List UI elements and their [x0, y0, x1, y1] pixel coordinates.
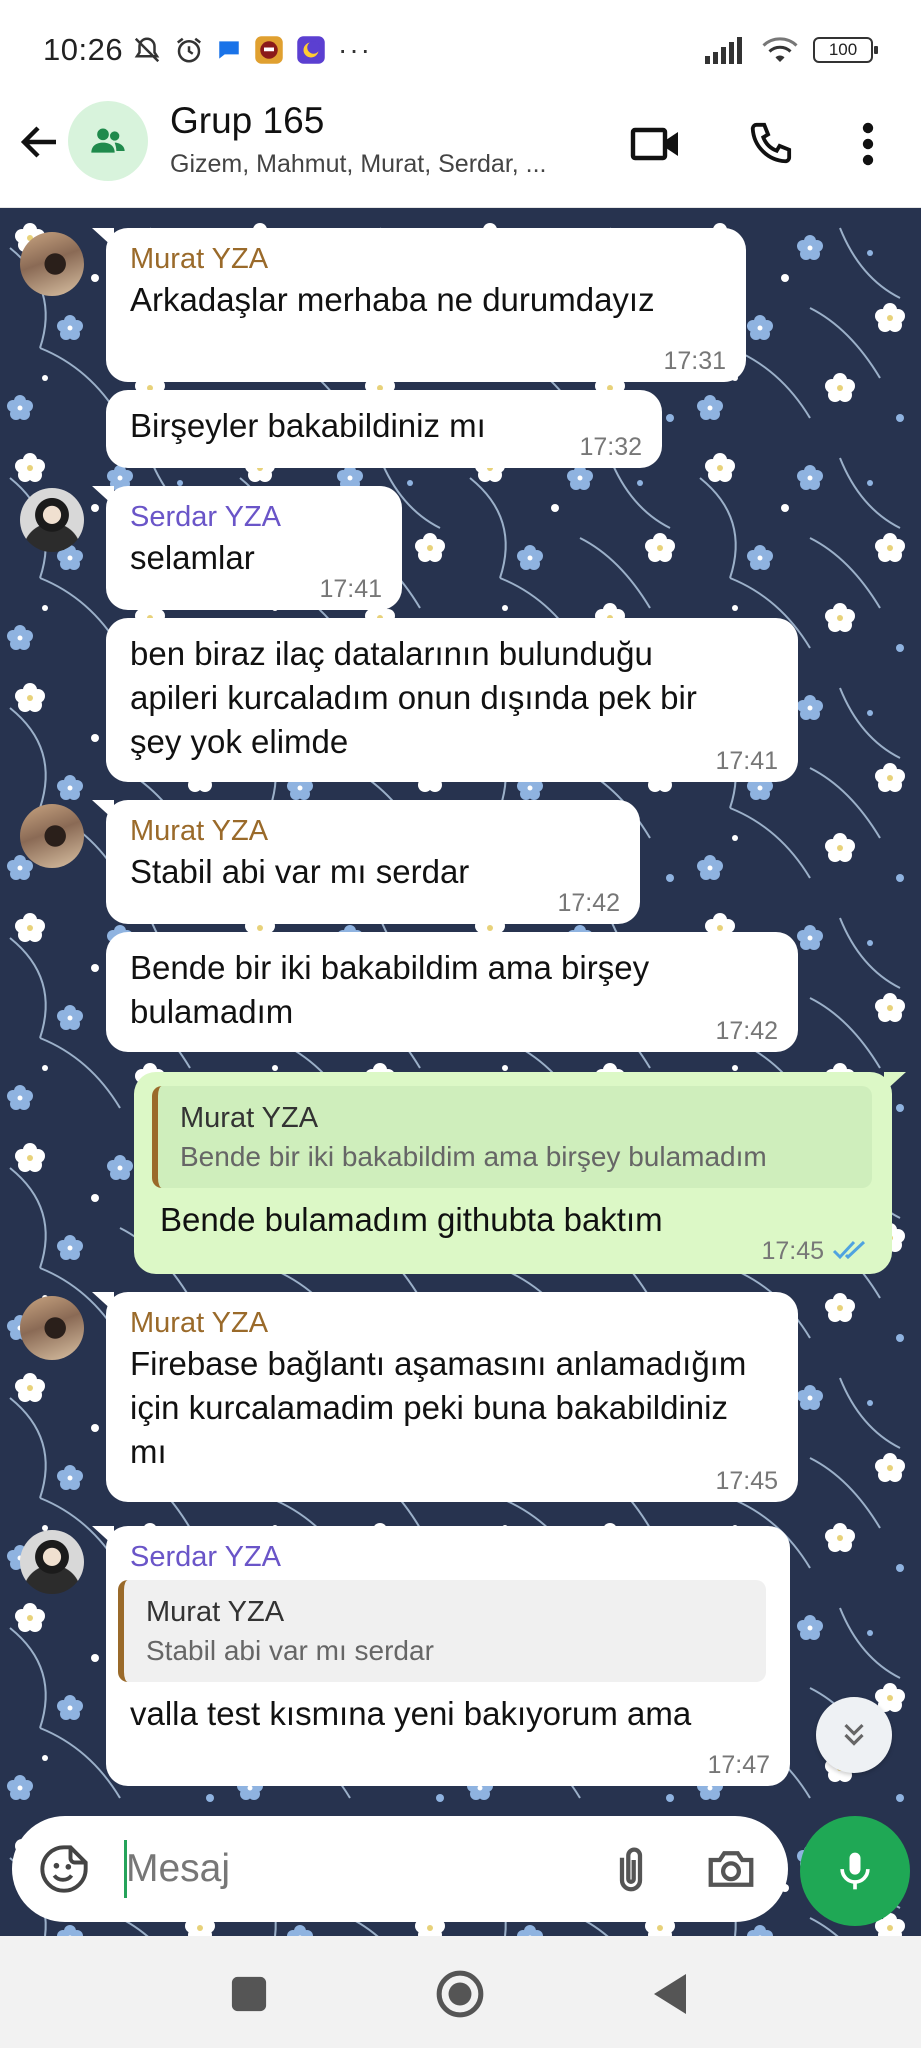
nav-square-icon: [231, 1976, 267, 2012]
chat-area[interactable]: Murat YZA Arkadaşlar merhaba ne durumday…: [0, 208, 921, 1936]
message-text: Firebase bağlantı aşamasını anlamadığım …: [130, 1345, 747, 1470]
chat-notif-icon: [219, 41, 239, 59]
sender-avatar-serdar[interactable]: [20, 1530, 84, 1594]
sender-avatar-murat[interactable]: [20, 1296, 84, 1360]
more-options-button[interactable]: [838, 114, 898, 174]
message-time: 17:45: [715, 1467, 778, 1495]
sender-name[interactable]: Murat YZA: [130, 1304, 774, 1342]
signal-icon: [705, 37, 742, 64]
bubble-tail: [92, 228, 114, 248]
system-navigation-bar: [0, 1936, 921, 2048]
outgoing-message-bubble[interactable]: Murat YZA Bende bir iki bakabildim ama b…: [134, 1072, 906, 1274]
voice-record-button[interactable]: [800, 1816, 910, 1926]
mic-icon: [840, 1852, 870, 1890]
bubble-tail: [92, 800, 114, 820]
chat-members[interactable]: Gizem, Mahmut, Murat, Serdar, ...: [170, 150, 600, 179]
back-nav-button[interactable]: [644, 1968, 696, 2020]
alarm-icon: [177, 37, 201, 63]
quoted-message[interactable]: Murat YZA Bende bir iki bakabildim ama b…: [152, 1086, 872, 1188]
more-vert-icon: [862, 122, 874, 166]
camera-button[interactable]: [704, 1842, 758, 1896]
sender-avatar-serdar[interactable]: [20, 488, 84, 552]
game-app-icon: [255, 36, 283, 64]
message-bubble[interactable]: Murat YZA Stabil abi var mı serdar 17:42: [92, 800, 640, 924]
more-notifications-icon: ···: [338, 34, 372, 65]
chat-title[interactable]: Grup 165: [170, 100, 324, 142]
sender-name[interactable]: Serdar YZA: [130, 498, 378, 536]
back-button[interactable]: [16, 118, 64, 166]
sticker-icon: [40, 1845, 88, 1893]
camera-icon: [708, 1851, 754, 1887]
quoted-message[interactable]: Murat YZA Stabil abi var mı serdar: [118, 1580, 766, 1682]
message-bubble[interactable]: ben biraz ilaç datalarının bulunduğu api…: [106, 618, 798, 782]
home-button[interactable]: [434, 1968, 486, 2020]
attach-button[interactable]: [604, 1842, 658, 1896]
message-bubble[interactable]: Murat YZA Firebase bağlantı aşamasını an…: [92, 1292, 798, 1502]
sender-name[interactable]: Murat YZA: [130, 240, 722, 278]
message-text: selamlar: [130, 539, 255, 576]
notification-icons: ···: [132, 30, 372, 70]
video-call-button[interactable]: [626, 114, 686, 174]
attach-icon: [619, 1847, 643, 1892]
message-text: Arkadaşlar merhaba ne durumdayız: [130, 281, 655, 318]
message-text: ben biraz ilaç datalarının bulunduğu api…: [130, 635, 697, 760]
voice-call-button[interactable]: [740, 114, 800, 174]
nav-home-icon: [436, 1970, 484, 2018]
sender-name[interactable]: Serdar YZA: [130, 1538, 766, 1576]
quoted-text: Bende bir iki bakabildim ama birşey bula…: [180, 1141, 767, 1172]
recent-apps-button[interactable]: [223, 1968, 275, 2020]
video-call-icon: [630, 127, 678, 161]
message-text: Stabil abi var mı serdar: [130, 853, 470, 890]
message-bubble[interactable]: Birşeyler bakabildiniz mı 17:32: [106, 390, 662, 468]
bubble-tail: [884, 1072, 906, 1092]
bubble-tail: [92, 1292, 114, 1312]
message-text: Bende bulamadım githubta baktım: [160, 1201, 663, 1238]
message-text: Birşeyler bakabildiniz mı: [130, 407, 486, 444]
message-bubble[interactable]: Serdar YZA Murat YZA Stabil abi var mı s…: [92, 1526, 790, 1786]
message-bubble[interactable]: Murat YZA Arkadaşlar merhaba ne durumday…: [92, 228, 746, 382]
nav-back-icon: [654, 1974, 686, 2014]
bubble-tail: [92, 1526, 114, 1546]
quoted-sender: Murat YZA: [146, 1596, 285, 1628]
sender-avatar-murat[interactable]: [20, 804, 84, 868]
moon-app-icon: [297, 36, 325, 64]
wifi-icon: [762, 37, 798, 62]
message-composer: [12, 1816, 788, 1922]
quoted-sender: Murat YZA: [180, 1102, 319, 1134]
back-arrow-icon: [20, 126, 56, 158]
battery-icon: 100: [813, 37, 878, 63]
system-icons: 100: [705, 30, 878, 70]
message-bubble[interactable]: Serdar YZA selamlar 17:41: [92, 486, 402, 610]
message-time: 17:42: [715, 1017, 778, 1045]
group-icon: [91, 128, 125, 153]
mute-icon: [134, 37, 160, 63]
group-avatar[interactable]: [68, 101, 148, 181]
message-time: 17:32: [579, 433, 642, 461]
message-time: 17:41: [715, 747, 778, 775]
message-time: 17:42: [557, 889, 620, 917]
sender-name[interactable]: Murat YZA: [130, 812, 616, 850]
sticker-button[interactable]: [38, 1843, 90, 1895]
message-input[interactable]: [126, 1838, 426, 1900]
sender-avatar-murat[interactable]: [20, 232, 84, 296]
read-receipt-icon: [832, 1240, 866, 1260]
message-bubble[interactable]: Bende bir iki bakabildim ama birşey bula…: [106, 932, 798, 1052]
quoted-text: Stabil abi var mı serdar: [146, 1635, 434, 1666]
status-bar: 10:26 ··· 100: [0, 0, 921, 96]
message-time: 17:31: [663, 347, 726, 375]
double-chevron-down-icon: [844, 1723, 864, 1746]
scroll-to-bottom-button[interactable]: [816, 1697, 892, 1773]
message-text: valla test kısmına yeni bakıyorum ama: [130, 1695, 692, 1732]
message-time: 17:45: [761, 1237, 824, 1265]
phone-icon: [750, 122, 792, 164]
chat-header: Grup 165 Gizem, Mahmut, Murat, Serdar, .…: [0, 96, 921, 208]
bubble-tail: [92, 486, 114, 506]
status-time: 10:26: [43, 32, 124, 67]
message-time: 17:41: [319, 575, 382, 603]
message-time: 17:47: [707, 1751, 770, 1779]
message-text: Bende bir iki bakabildim ama birşey bula…: [130, 949, 650, 1030]
